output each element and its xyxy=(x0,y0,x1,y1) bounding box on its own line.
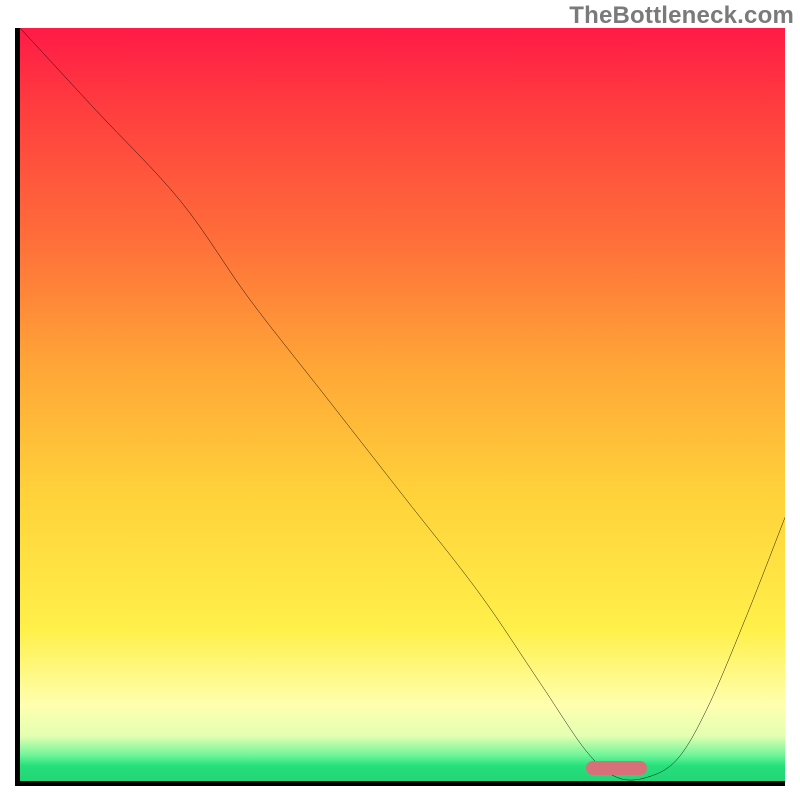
watermark-text: TheBottleneck.com xyxy=(569,2,794,30)
plot-area xyxy=(15,28,785,786)
bottleneck-curve xyxy=(20,28,785,781)
optimum-marker xyxy=(586,761,647,775)
chart-container: TheBottleneck.com xyxy=(0,0,800,800)
